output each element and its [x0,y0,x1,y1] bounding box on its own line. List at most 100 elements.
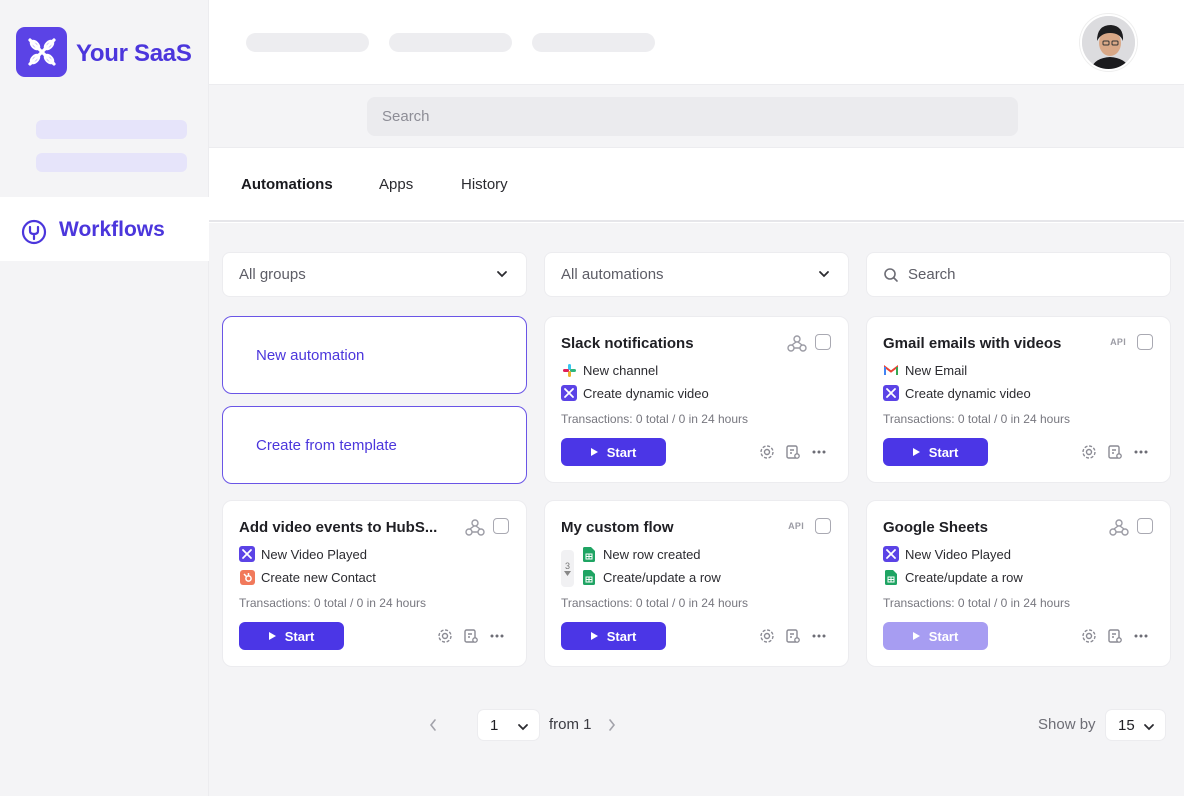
start-button[interactable]: Start [883,438,988,466]
transactions-text: Transactions: 0 total / 0 in 24 hours [239,596,426,610]
play-icon [590,448,598,456]
sheets-icon [883,569,899,585]
trigger-label: New Email [905,362,968,378]
gear-icon[interactable] [758,444,776,460]
sidebar-placeholder-item[interactable] [36,120,187,139]
transactions-text: Transactions: 0 total / 0 in 24 hours [561,412,748,426]
logs-icon[interactable] [1106,628,1124,644]
card-trigger-row: New Video Played [883,546,1011,562]
card-select-checkbox[interactable] [1137,518,1153,534]
action-label: Create new Contact [261,569,376,585]
trigger-label: New row created [603,546,701,562]
chevron-down-icon [518,724,528,731]
create-from-template-button[interactable]: Create from template [222,406,527,484]
logs-icon[interactable] [784,444,802,460]
start-label: Start [284,628,315,644]
tab-automations[interactable]: Automations [241,176,333,193]
logs-icon[interactable] [462,628,480,644]
page-size-select[interactable]: 15 [1105,709,1166,741]
more-options-icon[interactable] [488,628,506,644]
sidebar-placeholder-item[interactable] [36,153,187,172]
tab-apps[interactable]: Apps [379,176,413,193]
automation-card[interactable]: Google Sheets New Video Played Create/up… [866,500,1171,667]
play-icon [912,632,920,640]
header-placeholder-link[interactable] [389,33,512,52]
start-label: Start [928,444,959,460]
transactions-text: Transactions: 0 total / 0 in 24 hours [561,596,748,610]
card-actions [758,444,828,460]
logs-icon[interactable] [1106,444,1124,460]
groups-filter-select[interactable]: All groups [222,252,527,297]
card-select-checkbox[interactable] [1137,334,1153,350]
page-number: 1 [490,716,499,734]
play-icon [590,632,598,640]
automation-card[interactable]: Add video events to HubS... New Video Pl… [222,500,527,667]
card-select-checkbox[interactable] [493,518,509,534]
action-label: Create dynamic video [583,385,709,401]
api-badge: API [1110,337,1126,347]
header-placeholder-link[interactable] [246,33,369,52]
chevron-down-icon [564,571,571,576]
card-actions [436,628,506,644]
transactions-text: Transactions: 0 total / 0 in 24 hours [883,596,1070,610]
card-title: Slack notifications [561,335,694,352]
webhook-icon [1109,519,1129,536]
card-title: Gmail emails with videos [883,335,1062,352]
automation-card[interactable]: Gmail emails with videos API New Email C… [866,316,1171,483]
card-trigger-row: New Email [883,362,967,378]
play-icon [268,632,276,640]
slack-icon [561,362,577,378]
action-label: Create/update a row [905,569,1023,585]
next-page-icon[interactable] [608,719,616,731]
more-options-icon[interactable] [810,628,828,644]
card-action-row: Create/update a row [581,569,721,585]
new-automation-button[interactable]: New automation [222,316,527,394]
more-options-icon[interactable] [1132,444,1150,460]
gear-icon[interactable] [436,628,454,644]
sheets-icon [581,569,597,585]
trigger-label: New Video Played [261,546,367,562]
start-button[interactable]: Start [561,622,666,650]
gear-icon[interactable] [1080,444,1098,460]
global-search-input[interactable] [367,97,1018,136]
gear-icon[interactable] [758,628,776,644]
workflows-icon [21,219,47,245]
card-trigger-row: New row created [581,546,701,562]
saas-icon [239,546,255,562]
card-title: My custom flow [561,519,674,536]
card-actions [758,628,828,644]
logs-icon[interactable] [784,628,802,644]
card-select-checkbox[interactable] [815,518,831,534]
brand-logo[interactable] [16,27,67,77]
saas-icon [883,385,899,401]
start-label: Start [606,444,637,460]
chevron-down-icon [497,271,507,278]
saas-icon [561,385,577,401]
tab-history[interactable]: History [461,176,508,193]
search-placeholder: Search [908,266,956,283]
step-count: 3 [564,561,570,571]
automation-card[interactable]: Slack notifications New channel Create d… [544,316,849,483]
create-from-template-label: Create from template [256,436,397,454]
page-select[interactable]: 1 [477,709,540,741]
gear-icon[interactable] [1080,628,1098,644]
automations-filter-select[interactable]: All automations [544,252,849,297]
header-placeholder-link[interactable] [532,33,655,52]
start-button[interactable]: Start [239,622,344,650]
automation-card[interactable]: My custom flow API 3 New row created Cre… [544,500,849,667]
more-options-icon[interactable] [810,444,828,460]
avatar[interactable] [1080,14,1137,71]
saas-logo-icon [27,38,56,66]
card-title: Google Sheets [883,519,989,536]
step-count-stepper[interactable]: 3 [561,550,574,587]
start-button[interactable]: Start [561,438,666,466]
automations-search-input[interactable]: Search [866,252,1171,297]
previous-page-icon[interactable] [429,719,437,731]
hubspot-icon [239,569,255,585]
more-options-icon[interactable] [1132,628,1150,644]
card-trigger-row: New Video Played [239,546,367,562]
card-select-checkbox[interactable] [815,334,831,350]
card-action-row: Create/update a row [883,569,1023,585]
start-button[interactable]: Start [883,622,988,650]
chevron-down-icon [819,271,829,278]
